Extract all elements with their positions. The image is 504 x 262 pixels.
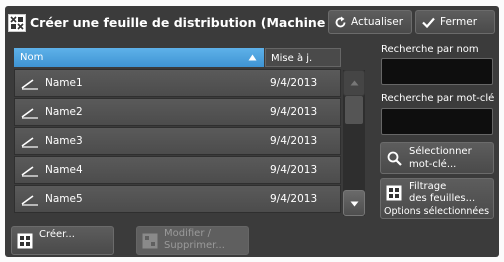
filter-sheets-label-line2: des feuilles... bbox=[409, 193, 476, 204]
page-title: Créer une feuille de distribution (Machi… bbox=[30, 15, 377, 30]
row-name: Name3 bbox=[45, 135, 83, 147]
scroll-down-button[interactable] bbox=[343, 190, 365, 216]
edit-pencil-icon bbox=[21, 137, 38, 148]
filter-status-text: Options sélectionnées bbox=[384, 206, 490, 217]
row-name: Name1 bbox=[45, 77, 83, 89]
create-label: Créer... bbox=[39, 229, 75, 240]
close-button[interactable]: Fermer bbox=[415, 10, 495, 34]
refresh-label: Actualiser bbox=[351, 16, 404, 28]
select-keyword-button[interactable]: Sélectionner mot-clé... bbox=[380, 142, 494, 174]
modify-label-line1: Modifier / bbox=[164, 228, 211, 239]
create-button[interactable]: Créer... bbox=[11, 226, 114, 255]
table-row[interactable]: Name2 9/4/2013 bbox=[14, 98, 341, 126]
table-row[interactable]: Name1 9/4/2013 bbox=[14, 69, 341, 97]
checkmark-icon bbox=[422, 17, 435, 28]
column-header-updated[interactable]: Mise à j. bbox=[265, 48, 341, 67]
search-by-keyword-field[interactable] bbox=[381, 108, 493, 135]
search-by-name-label: Recherche par nom bbox=[381, 44, 479, 55]
row-date: 9/4/2013 bbox=[270, 193, 318, 205]
edit-pencil-icon bbox=[21, 79, 38, 90]
distribution-sheet-icon bbox=[8, 14, 26, 32]
modify-delete-button[interactable]: Modifier / Supprimer... bbox=[136, 226, 249, 255]
row-date: 9/4/2013 bbox=[270, 135, 318, 147]
dialog-title-bar: Créer une feuille de distribution (Machi… bbox=[8, 10, 377, 36]
close-label: Fermer bbox=[440, 16, 478, 28]
chevron-down-icon bbox=[350, 201, 359, 207]
modify-sheet-icon bbox=[142, 233, 158, 249]
column-header-updated-label: Mise à j. bbox=[271, 53, 313, 64]
row-name: Name4 bbox=[45, 164, 83, 176]
create-sheet-icon bbox=[17, 233, 33, 249]
select-keyword-label-line2: mot-clé... bbox=[409, 159, 457, 170]
column-header-name-label: Nom bbox=[20, 52, 44, 63]
filter-sheets-icon bbox=[386, 185, 402, 201]
refresh-button[interactable]: Actualiser bbox=[328, 10, 412, 34]
table-row[interactable]: Name3 9/4/2013 bbox=[14, 127, 341, 155]
table-row[interactable]: Name4 9/4/2013 bbox=[14, 156, 341, 184]
search-by-name-field[interactable] bbox=[381, 58, 493, 85]
column-header-name[interactable]: Nom bbox=[14, 48, 264, 67]
refresh-icon bbox=[335, 16, 346, 28]
edit-pencil-icon bbox=[21, 195, 38, 206]
row-date: 9/4/2013 bbox=[270, 164, 318, 176]
row-name: Name2 bbox=[45, 106, 83, 118]
edit-pencil-icon bbox=[21, 108, 38, 119]
filter-sheets-button[interactable]: Filtrage des feuilles... Options sélecti… bbox=[380, 178, 494, 219]
filter-sheets-label-line1: Filtrage bbox=[409, 181, 447, 192]
row-date: 9/4/2013 bbox=[270, 106, 318, 118]
modify-label-line2: Supprimer... bbox=[164, 240, 225, 251]
chevron-up-icon bbox=[350, 80, 359, 86]
search-by-keyword-label: Recherche par mot-clé bbox=[381, 93, 495, 104]
search-icon bbox=[387, 151, 402, 166]
table-row[interactable]: Name5 9/4/2013 bbox=[14, 185, 341, 213]
edit-pencil-icon bbox=[21, 166, 38, 177]
select-keyword-label-line1: Sélectionner bbox=[409, 146, 472, 157]
row-date: 9/4/2013 bbox=[270, 77, 318, 89]
scroll-up-button[interactable] bbox=[343, 70, 365, 96]
sort-ascending-icon bbox=[248, 54, 257, 61]
scroll-thumb[interactable] bbox=[345, 96, 363, 124]
row-name: Name5 bbox=[45, 193, 83, 205]
